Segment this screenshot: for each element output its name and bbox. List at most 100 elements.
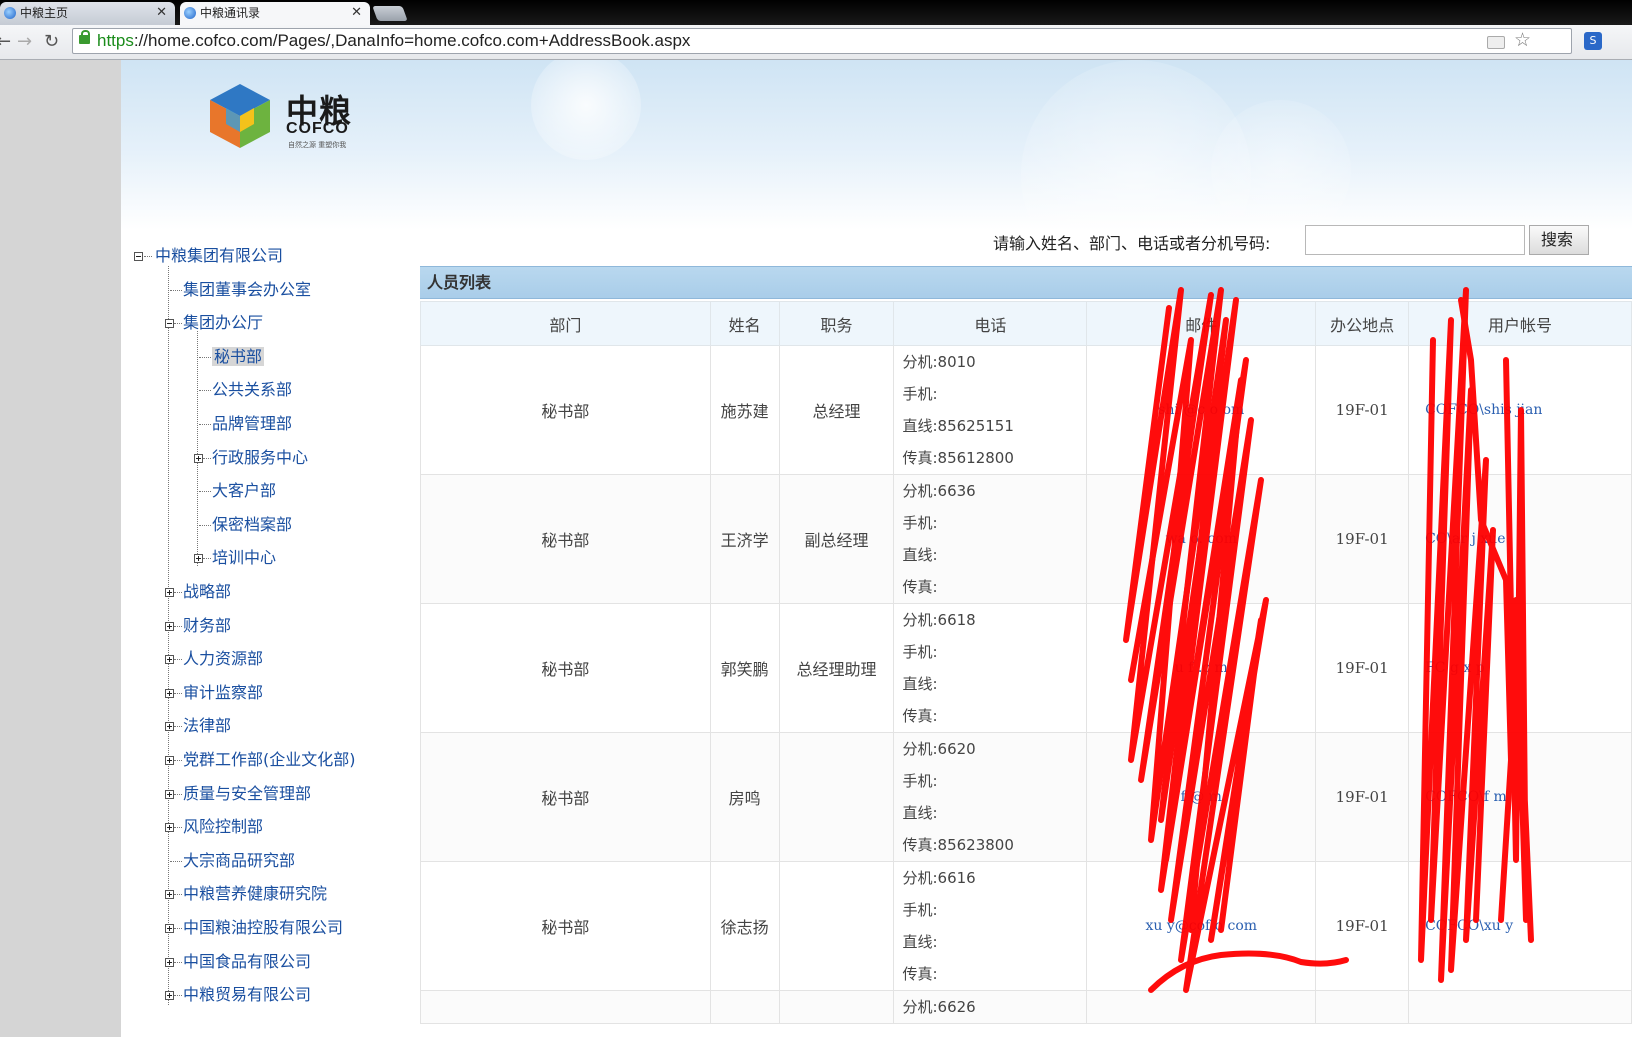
tree-node[interactable]: 法律部 [183, 716, 231, 736]
search-button[interactable]: 搜索 [1529, 225, 1589, 255]
tree-node-label: 战略部 [183, 582, 232, 601]
tree-toggle-expand[interactable] [165, 924, 174, 933]
tree-node[interactable]: 中国食品有限公司 [183, 952, 311, 972]
column-header-account[interactable]: 用户帐号 [1408, 301, 1632, 346]
phone-line: 分机:6616 [902, 869, 976, 887]
tree-node[interactable]: 集团办公厅 [183, 313, 263, 333]
tree-toggle-expand[interactable] [194, 554, 203, 564]
column-header-title[interactable]: 职务 [778, 301, 895, 346]
tree-node[interactable]: 中粮营养健康研究院 [183, 884, 327, 904]
address-bar[interactable]: https://home.cofco.com/Pages/,DanaInfo=h… [72, 28, 1572, 54]
tree-toggle-expand[interactable] [165, 655, 174, 665]
feed-icon[interactable] [1487, 36, 1505, 49]
tree-node-label: 中国食品有限公司 [183, 951, 312, 971]
tree-toggle-expand[interactable] [194, 453, 203, 463]
phone-line: 传真:85623800 [902, 836, 1014, 854]
cell-office: 19F-01 [1315, 861, 1410, 991]
cell-name: 王济学 [709, 474, 780, 604]
tree-node[interactable]: 品牌管理部 [212, 414, 292, 434]
extension-icon[interactable]: S [1584, 32, 1602, 50]
tree-node[interactable]: 行政服务中心 [212, 448, 308, 468]
lock-icon [79, 30, 90, 44]
phone-line: 直线: [902, 546, 938, 564]
table-row[interactable]: 秘书部 王济学 副总经理 分机:6636 手机: 直线: 传真: wa o. com 19F-0… [420, 474, 1632, 604]
tree-node[interactable]: 中粮贸易有限公司 [183, 985, 311, 1005]
table-row[interactable]: 秘书部 郭笑鹏 总经理助理 分机:6618 手机: 直线: 传真: u f .c m 19F-0… [420, 603, 1632, 733]
cell-email[interactable]: xu y@cof o com [1086, 861, 1317, 991]
tree-toggle-expand[interactable] [165, 621, 174, 631]
star-icon[interactable]: ☆ [1514, 29, 1531, 53]
browser-tab-home[interactable]: 中粮主页 ✕ [0, 2, 175, 25]
tree-node[interactable]: 审计监察部 [183, 683, 263, 703]
tree-node[interactable]: 党群工作部(企业文化部) [183, 750, 356, 770]
reload-icon[interactable]: ↻ [44, 31, 59, 53]
tree-node-root[interactable]: 中粮集团有限公司 [155, 246, 283, 266]
table-header-row: 部门 姓名 职务 电话 邮件 办公地点 用户帐号 [420, 301, 1632, 346]
cell-phone: 分机:6616 手机: 直线: 传真: [893, 861, 1088, 991]
column-header-email[interactable]: 邮件 [1086, 301, 1317, 346]
cell-phone: 分机:6618 手机: 直线: 传真: [893, 603, 1088, 733]
tree-toggle-expand[interactable] [165, 890, 174, 900]
tree-toggle-expand[interactable] [165, 722, 174, 732]
new-tab-button[interactable] [372, 6, 408, 21]
cell-email[interactable]: u f .c m [1086, 603, 1317, 733]
tree-toggle-expand[interactable] [165, 823, 174, 833]
tree-toggle-expand[interactable] [165, 688, 174, 698]
table-row[interactable]: 分机:6626 [420, 990, 1632, 1024]
tree-toggle-expand[interactable] [165, 957, 174, 967]
column-header-dept[interactable]: 部门 [420, 301, 711, 346]
cell-name: 徐志扬 [709, 861, 780, 991]
tree-node[interactable]: 质量与安全管理部 [183, 784, 311, 804]
phone-line: 传真: [902, 707, 938, 725]
tree-node[interactable]: 大客户部 [212, 481, 276, 501]
tree-node[interactable]: 大宗商品研究部 [183, 851, 295, 871]
close-icon[interactable]: ✕ [351, 2, 362, 24]
tree-toggle-expand[interactable] [165, 756, 174, 765]
column-header-phone[interactable]: 电话 [893, 301, 1088, 346]
cell-account: COFCO\f m [1408, 732, 1632, 862]
forward-icon[interactable]: → [17, 31, 32, 53]
cell-office: 19F-01 [1315, 603, 1410, 733]
tree-node[interactable]: 公共关系部 [212, 380, 292, 400]
tree-node[interactable]: 保密档案部 [212, 515, 292, 535]
cell-email[interactable]: f @ m [1086, 732, 1317, 862]
tree-node[interactable]: 人力资源部 [183, 649, 263, 669]
table-row[interactable]: 秘书部 房鸣 分机:6620 手机: 直线: 传真:85623800 f @ m 19F-01… [420, 732, 1632, 862]
tree-toggle-collapse[interactable] [165, 319, 174, 329]
tree-node[interactable]: 中国粮油控股有限公司 [183, 918, 343, 938]
tree-node[interactable]: 集团董事会办公室 [183, 280, 311, 300]
table-row[interactable]: 秘书部 徐志扬 分机:6616 手机: 直线: 传真: xu y@cof o com 19F-… [420, 861, 1632, 991]
cell-email[interactable]: shi @c o om [1086, 345, 1317, 475]
search-input[interactable] [1305, 225, 1525, 255]
tree-toggle-expand[interactable] [165, 588, 174, 597]
tree-node[interactable]: 财务部 [183, 616, 231, 636]
back-icon[interactable]: ← [0, 31, 11, 53]
tree-node-label: 党群工作部(企业文化部) [183, 750, 356, 769]
tree-node-label: 中国粮油控股有限公司 [183, 918, 344, 937]
tree-node-label: 集团董事会办公室 [183, 279, 312, 299]
cell-email[interactable]: wa o. com [1086, 474, 1317, 604]
cell-account: COFCO\shis jian [1408, 345, 1632, 475]
tree-node[interactable]: 培训中心 [212, 548, 276, 568]
tree-toggle-expand[interactable] [165, 991, 174, 1001]
tree-node[interactable]: 秘书部 [212, 346, 265, 367]
column-header-office[interactable]: 办公地点 [1315, 301, 1410, 346]
cell-dept: 秘书部 [420, 861, 711, 991]
tree-node[interactable]: 战略部 [183, 582, 231, 602]
tree-node-label: 人力资源部 [183, 649, 264, 669]
column-header-name[interactable]: 姓名 [709, 301, 780, 346]
tree-node[interactable]: 风险控制部 [183, 817, 263, 837]
tree-node-label: 培训中心 [212, 548, 277, 568]
cell-account [1408, 990, 1632, 1024]
cell-account: CO\ar j xue [1408, 474, 1632, 604]
tree-toggle-collapse[interactable] [134, 252, 143, 261]
search-label: 请输入姓名、部门、电话或者分机号码: [993, 234, 1271, 253]
browser-tab-addressbook[interactable]: 中粮通讯录 ✕ [180, 2, 370, 25]
cell-email[interactable] [1086, 990, 1317, 1024]
table-row[interactable]: 秘书部 施苏建 总经理 分机:8010 手机: 直线:85625151 传真:8561280… [420, 345, 1632, 475]
tree-node-label: 审计监察部 [183, 682, 264, 702]
close-icon[interactable]: ✕ [156, 2, 167, 24]
cell-dept: 秘书部 [420, 732, 711, 862]
tree-toggle-expand[interactable] [165, 789, 174, 799]
tree-node-label: 保密档案部 [212, 514, 293, 534]
